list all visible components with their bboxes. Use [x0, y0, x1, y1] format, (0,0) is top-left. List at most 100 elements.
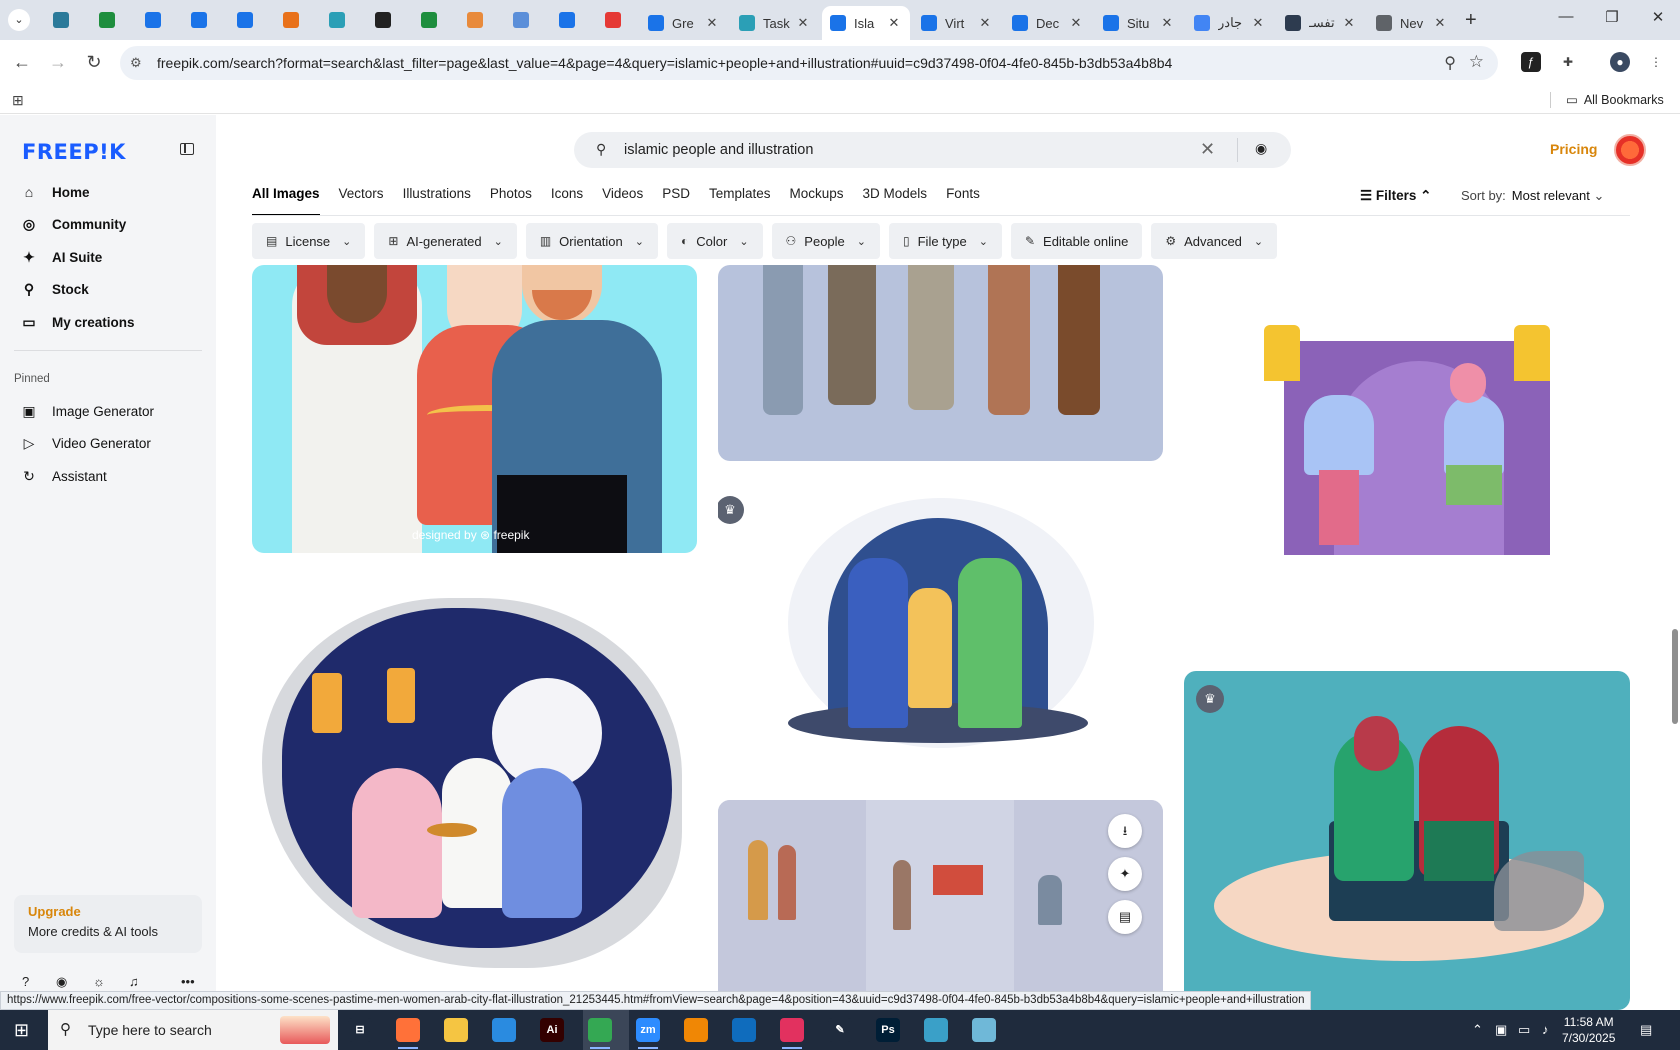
reload-button[interactable]: ↻ [82, 52, 106, 73]
sidebar-item-video-generator[interactable]: ▷ Video Generator [14, 430, 202, 458]
tab-all-images[interactable]: All Images [252, 186, 320, 216]
all-bookmarks-button[interactable]: ▭ All Bookmarks [1566, 92, 1664, 108]
tab-photos[interactable]: Photos [490, 186, 532, 216]
minimize-button[interactable]: — [1543, 8, 1589, 25]
tab-psd[interactable]: PSD [662, 186, 690, 216]
new-tab-button[interactable]: + [1465, 9, 1477, 31]
forward-button[interactable]: → [46, 52, 70, 73]
filters-button[interactable]: ☰ Filters ⌃ [1360, 188, 1431, 204]
zoom-icon[interactable]: ⚲ [1444, 53, 1456, 73]
tab-close-icon[interactable]: ✕ [1341, 15, 1357, 31]
apps-grid-icon[interactable]: ⊞ [12, 92, 24, 109]
tab-close-icon[interactable]: ✕ [1432, 15, 1448, 31]
tab-close-icon[interactable]: ✕ [977, 15, 993, 31]
sidebar-item-ai-suite[interactable]: ✦ AI Suite [14, 243, 202, 271]
pinned-tab[interactable] [418, 9, 440, 31]
vpn-app-icon[interactable] [924, 1018, 948, 1042]
tab-close-icon[interactable]: ✕ [795, 15, 811, 31]
outlook-icon[interactable] [732, 1018, 756, 1042]
sidebar-item-community[interactable]: ◎ Community [14, 211, 202, 239]
tab-illustrations[interactable]: Illustrations [403, 186, 471, 216]
user-avatar[interactable] [1614, 134, 1646, 166]
filter-chip-orientation[interactable]: ▥ Orientation ⌄ [525, 223, 658, 259]
tab-close-icon[interactable]: ✕ [1250, 15, 1266, 31]
tab-close-icon[interactable]: ✕ [886, 15, 902, 31]
scrollbar-thumb[interactable] [1672, 629, 1678, 724]
close-window-button[interactable]: ✕ [1635, 8, 1680, 26]
pinned-tab[interactable] [96, 9, 118, 31]
windows-start-icon[interactable]: ⊞ [14, 1020, 29, 1041]
photoshop-icon[interactable]: Ps [876, 1018, 900, 1042]
tray-app-icon[interactable]: ▣ [1495, 1022, 1507, 1038]
search-input[interactable] [624, 139, 1184, 161]
page-scrollbar[interactable] [1669, 124, 1680, 1000]
notepad-icon[interactable] [972, 1018, 996, 1042]
camera-search-icon[interactable]: ◉ [1255, 140, 1267, 157]
theme-sun-icon[interactable]: ☼ [93, 974, 105, 989]
filter-chip-license[interactable]: ▤ License ⌄ [252, 223, 366, 259]
address-bar[interactable]: ⚙ freepik.com/search?format=search&last_… [120, 46, 1498, 80]
browser-tab[interactable]: Isla ✕ [822, 6, 910, 40]
pen-tool-icon[interactable]: ✎ [828, 1018, 852, 1042]
search-bar[interactable]: ⚲ ✕ ◉ [574, 132, 1291, 168]
tab-close-icon[interactable]: ✕ [704, 15, 720, 31]
browser-tab[interactable]: Gre ✕ [640, 6, 728, 40]
filter-chip-editable-online[interactable]: ✎ Editable online [1010, 223, 1143, 259]
browser-tab[interactable]: جادر ✕ [1186, 6, 1274, 40]
browser-tab[interactable]: تفسـ ✕ [1277, 6, 1365, 40]
help-icon[interactable]: ? [22, 974, 29, 989]
chrome-icon[interactable] [588, 1018, 612, 1049]
show-hidden-icons[interactable]: ⌃ [1472, 1022, 1483, 1038]
tab-fonts[interactable]: Fonts [946, 186, 980, 216]
tab-search-button[interactable]: ⌄ [8, 9, 30, 31]
result-card-kids-mosque[interactable] [1184, 265, 1630, 555]
more-options-icon[interactable]: ••• [181, 974, 195, 989]
tab-icons[interactable]: Icons [551, 186, 583, 216]
firefox-icon[interactable] [396, 1018, 420, 1049]
result-card-couple[interactable]: ♛ [1184, 671, 1630, 1010]
sidebar-item-home[interactable]: ⌂ Home [14, 178, 202, 206]
result-card-city-scenes[interactable]: ⭳ ✦ ▤ [718, 800, 1163, 1010]
pinned-tab[interactable] [234, 9, 256, 31]
tab-mockups[interactable]: Mockups [790, 186, 844, 216]
filter-chip-advanced[interactable]: ⚙ Advanced ⌄ [1151, 223, 1278, 259]
pinned-tab[interactable] [510, 9, 532, 31]
browser-tab[interactable]: Dec ✕ [1004, 6, 1092, 40]
illustrator-icon[interactable]: Ai [540, 1018, 564, 1042]
creative-cloud-icon[interactable] [780, 1018, 804, 1049]
upgrade-card[interactable]: Upgrade More credits & AI tools [14, 895, 202, 953]
filter-chip-people[interactable]: ⚇ People ⌄ [771, 223, 880, 259]
pinned-tab[interactable] [280, 9, 302, 31]
result-card-family-meal[interactable] [252, 578, 697, 978]
result-card-crowd[interactable] [718, 265, 1163, 461]
ai-edit-icon[interactable]: ✦ [1108, 857, 1142, 891]
tab-3d-models[interactable]: 3D Models [863, 186, 928, 216]
network-icon[interactable]: ▭ [1518, 1022, 1530, 1038]
chrome-menu-icon[interactable]: ⋮ [1646, 52, 1666, 72]
discord-icon[interactable]: ◉ [56, 974, 67, 990]
browser-tab[interactable]: Task ✕ [731, 6, 819, 40]
result-card-people-portrait[interactable]: designed by ⊛ freepik [252, 265, 697, 553]
pinned-tab[interactable] [326, 9, 348, 31]
extension-f-icon[interactable]: ƒ [1521, 52, 1541, 72]
tab-close-icon[interactable]: ✕ [1159, 15, 1175, 31]
tab-vectors[interactable]: Vectors [339, 186, 384, 216]
filter-chip-ai-generated[interactable]: ⊞ AI-generated ⌄ [374, 223, 517, 259]
back-button[interactable]: ← [10, 52, 34, 73]
tab-close-icon[interactable]: ✕ [1068, 15, 1084, 31]
taskbar-clock[interactable]: 11:58 AM 7/30/2025 [1562, 1014, 1615, 1046]
download-icon[interactable]: ⭳ [1108, 814, 1142, 848]
freepik-logo[interactable]: FREEP!K [22, 140, 126, 164]
pinned-tab[interactable] [188, 9, 210, 31]
drawio-icon[interactable] [684, 1018, 708, 1042]
pinned-tab[interactable] [372, 9, 394, 31]
sidebar-item-assistant[interactable]: ↻ Assistant [14, 462, 202, 490]
result-card-family-mosque[interactable]: ♛ [718, 478, 1163, 768]
file-explorer-icon[interactable] [444, 1018, 468, 1042]
site-info-icon[interactable]: ⚙ [130, 55, 142, 71]
save-to-collection-icon[interactable]: ▤ [1108, 900, 1142, 934]
task-view-icon[interactable]: ⊟ [348, 1018, 372, 1042]
profile-avatar-icon[interactable]: ● [1610, 52, 1630, 72]
filter-chip-file-type[interactable]: ▯ File type ⌄ [889, 223, 1002, 259]
volume-icon[interactable]: ♪ [1542, 1022, 1549, 1037]
